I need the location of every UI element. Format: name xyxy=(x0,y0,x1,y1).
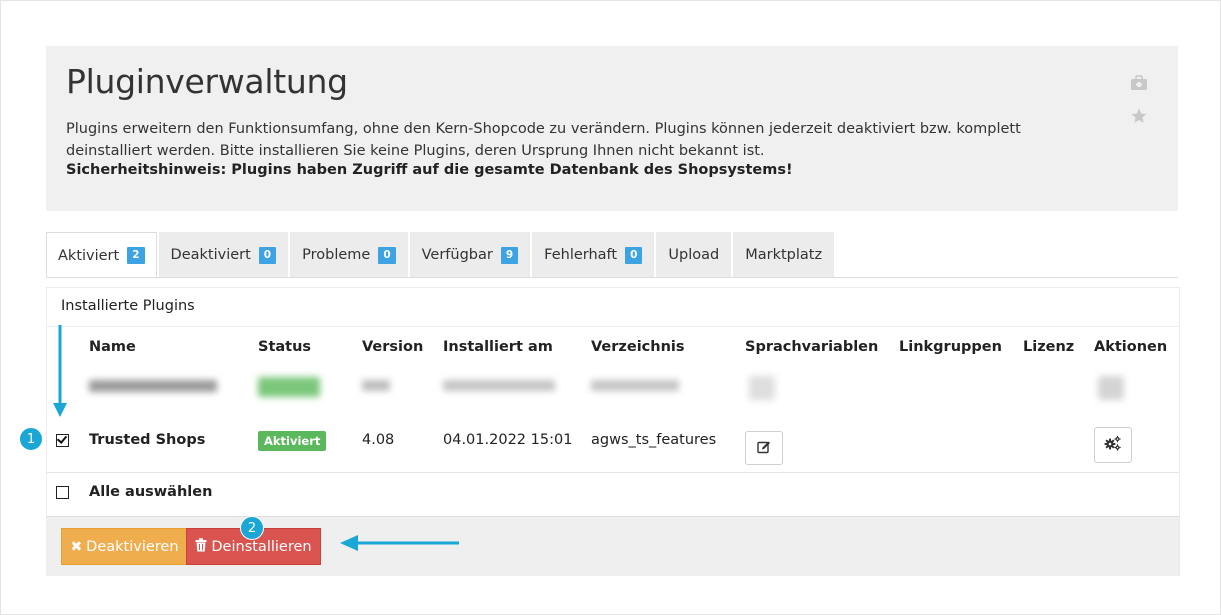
tab-label: Probleme xyxy=(302,247,371,263)
column-header-name[interactable]: Name xyxy=(89,339,136,355)
tab-count-badge: 2 xyxy=(127,247,145,264)
divider xyxy=(47,326,1179,327)
deactivate-label: Deaktivieren xyxy=(86,538,179,555)
annotation-step-2: 2 xyxy=(240,516,264,540)
star-icon[interactable] xyxy=(1130,107,1148,125)
tab-divider xyxy=(46,277,1178,278)
column-header-installed[interactable]: Installiert am xyxy=(443,339,553,355)
gears-icon xyxy=(1104,435,1122,455)
column-header-version[interactable]: Version xyxy=(362,339,423,355)
plugin-directory: agws_ts_features xyxy=(591,432,717,448)
tab-fehlerhaft[interactable]: Fehlerhaft 0 xyxy=(532,232,655,277)
panel-title: Installierte Plugins xyxy=(61,298,195,314)
tab-label: Upload xyxy=(668,247,720,263)
tab-label: Marktplatz xyxy=(745,247,823,263)
annotation-step-1: 1 xyxy=(19,427,43,451)
tab-upload[interactable]: Upload xyxy=(656,232,732,277)
row-checkbox[interactable] xyxy=(56,434,69,447)
plugin-installed-date: 04.01.2022 15:01 xyxy=(443,432,573,448)
column-header-directory[interactable]: Verzeichnis xyxy=(591,339,685,355)
tab-count-badge: 0 xyxy=(378,246,396,264)
plugin-settings-button[interactable] xyxy=(1094,427,1132,463)
close-icon: ✖ xyxy=(70,538,83,555)
edit-icon xyxy=(757,439,771,458)
tab-probleme[interactable]: Probleme 0 xyxy=(290,232,408,277)
page-title: Pluginverwaltung xyxy=(66,62,348,101)
blurred-plugin-row xyxy=(47,370,1179,410)
plugin-name: Trusted Shops xyxy=(89,432,206,448)
tab-aktiviert[interactable]: Aktiviert 2 xyxy=(46,232,157,278)
tab-label: Aktiviert xyxy=(58,247,120,264)
column-header-status[interactable]: Status xyxy=(258,339,311,355)
tab-deaktiviert[interactable]: Deaktiviert 0 xyxy=(158,232,289,277)
tab-count-badge: 0 xyxy=(625,246,643,264)
tab-marktplatz[interactable]: Marktplatz xyxy=(733,232,835,277)
edit-language-vars-button[interactable] xyxy=(745,431,783,465)
select-all-checkbox[interactable] xyxy=(56,486,69,499)
column-header-link-groups[interactable]: Linkgruppen xyxy=(899,339,1002,355)
tab-count-badge: 9 xyxy=(500,246,519,264)
tab-label: Fehlerhaft xyxy=(544,247,618,263)
briefcase-icon[interactable] xyxy=(1130,74,1148,92)
plugin-tabs: Aktiviert 2 Deaktiviert 0 Probleme 0 Ver… xyxy=(46,232,836,278)
divider xyxy=(47,472,1179,473)
deactivate-button[interactable]: ✖ Deaktivieren xyxy=(61,528,188,565)
page-description: Plugins erweitern den Funktionsumfang, o… xyxy=(66,121,1021,159)
trash-icon xyxy=(195,537,207,556)
tab-count-badge: 0 xyxy=(258,246,277,264)
tab-verfuegbar[interactable]: Verfügbar 9 xyxy=(409,232,531,277)
page-header: Pluginverwaltung Plugins erweitern den F… xyxy=(46,46,1178,211)
tab-label: Deaktiviert xyxy=(170,247,251,263)
tab-label: Verfügbar xyxy=(421,247,493,263)
status-badge: Aktiviert xyxy=(258,431,327,451)
column-header-license[interactable]: Lizenz xyxy=(1023,339,1074,355)
bulk-actions-bar: ✖ Deaktivieren Deinstallieren xyxy=(46,516,1179,576)
uninstall-label: Deinstallieren xyxy=(211,538,312,555)
plugin-version: 4.08 xyxy=(362,432,395,448)
column-header-language-vars[interactable]: Sprachvariablen xyxy=(745,339,878,355)
security-warning: Sicherheitshinweis: Plugins haben Zugrif… xyxy=(66,162,793,178)
select-all-label[interactable]: Alle auswählen xyxy=(89,484,212,500)
column-header-actions[interactable]: Aktionen xyxy=(1094,339,1167,355)
